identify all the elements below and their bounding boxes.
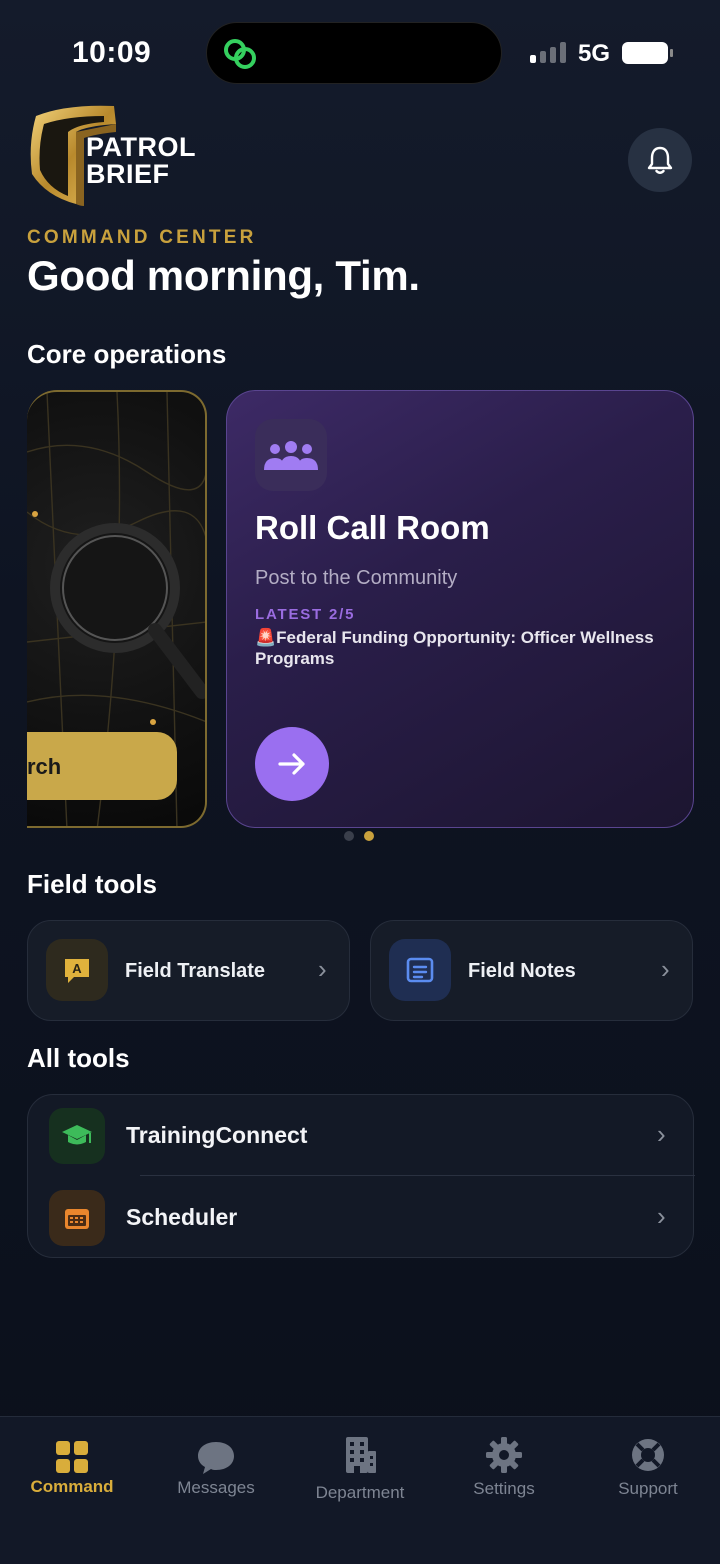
network-type: 5G (578, 40, 611, 67)
carousel-card-roll-call[interactable]: Roll Call Room Post to the Community LAT… (226, 390, 694, 828)
pagination-dot[interactable] (344, 831, 354, 841)
tool-label: Field Translate (125, 960, 266, 982)
field-translate-button[interactable]: A Field Translate › (27, 920, 350, 1021)
card-latest-post[interactable]: 🚨Federal Funding Opportunity: Officer We… (255, 627, 655, 669)
svg-text:A: A (72, 961, 82, 976)
card-title: Roll Call Room (255, 509, 490, 546)
arrow-right-icon (278, 753, 305, 775)
brand-line-1: PATROL (86, 132, 196, 162)
tab-label: Settings (473, 1479, 535, 1498)
chevron-right-icon: › (318, 954, 327, 984)
group-icon (255, 419, 327, 491)
dynamic-island (206, 22, 502, 84)
tab-label: Department (315, 1483, 405, 1502)
pagination-dot-active[interactable] (364, 831, 374, 841)
tab-settings[interactable]: Settings (432, 1417, 576, 1537)
link-icon (224, 39, 256, 69)
battery-icon (622, 42, 673, 64)
notes-icon (389, 939, 451, 1001)
list-divider (140, 1175, 695, 1176)
signal-icon (530, 42, 566, 63)
calendar-icon (49, 1190, 105, 1246)
tab-command[interactable]: Command (0, 1417, 144, 1537)
chevron-right-icon: › (657, 1119, 666, 1149)
brand-line-2: BRIEF (86, 159, 170, 189)
grid-icon (56, 1441, 88, 1473)
lifebuoy-icon (632, 1439, 664, 1471)
page-kicker: COMMAND CENTER (27, 227, 257, 248)
brand-wordmark: PATROL BRIEF (86, 134, 196, 188)
status-time: 10:09 (72, 36, 152, 69)
search-button[interactable]: rch (27, 732, 177, 800)
page-title: Good morning, Tim. (27, 252, 420, 299)
graduation-cap-icon (49, 1108, 105, 1164)
chevron-right-icon: › (661, 954, 670, 984)
list-item-scheduler[interactable]: Scheduler › (28, 1177, 695, 1259)
tab-department[interactable]: Department (288, 1417, 432, 1537)
tab-label: Messages (177, 1478, 255, 1497)
chat-bubble-icon (198, 1442, 234, 1474)
card-subtitle: Post to the Community (255, 567, 458, 589)
field-notes-button[interactable]: Field Notes › (370, 920, 693, 1021)
list-item-label: TrainingConnect (126, 1122, 308, 1148)
tab-support[interactable]: Support (576, 1417, 720, 1537)
card-latest-counter: LATEST 2/5 (255, 606, 356, 623)
tool-label: Field Notes (468, 960, 576, 982)
tab-label: Support (618, 1479, 678, 1498)
all-tools-list: TrainingConnect › Scheduler › (27, 1094, 695, 1259)
notifications-button[interactable] (628, 128, 692, 192)
carousel-pagination[interactable] (344, 831, 374, 841)
list-item-trainingconnect[interactable]: TrainingConnect › (28, 1095, 695, 1177)
tab-messages[interactable]: Messages (144, 1417, 288, 1537)
status-bar: 10:09 5G (0, 0, 720, 100)
open-roll-call-button[interactable] (255, 727, 329, 801)
gear-icon (486, 1437, 522, 1473)
translate-icon: A (46, 939, 108, 1001)
bottom-tab-bar: Command Messages Department Settings Sup… (0, 1416, 720, 1564)
chevron-right-icon: › (657, 1201, 666, 1231)
bell-icon (647, 146, 673, 174)
section-title-all-tools: All tools (27, 1043, 130, 1073)
tab-label: Command (30, 1477, 114, 1496)
carousel-card-search[interactable]: rch (27, 390, 207, 828)
building-icon (346, 1437, 376, 1473)
section-title-core-operations: Core operations (27, 339, 227, 369)
list-item-label: Scheduler (126, 1204, 238, 1230)
section-title-field-tools: Field tools (27, 869, 157, 899)
